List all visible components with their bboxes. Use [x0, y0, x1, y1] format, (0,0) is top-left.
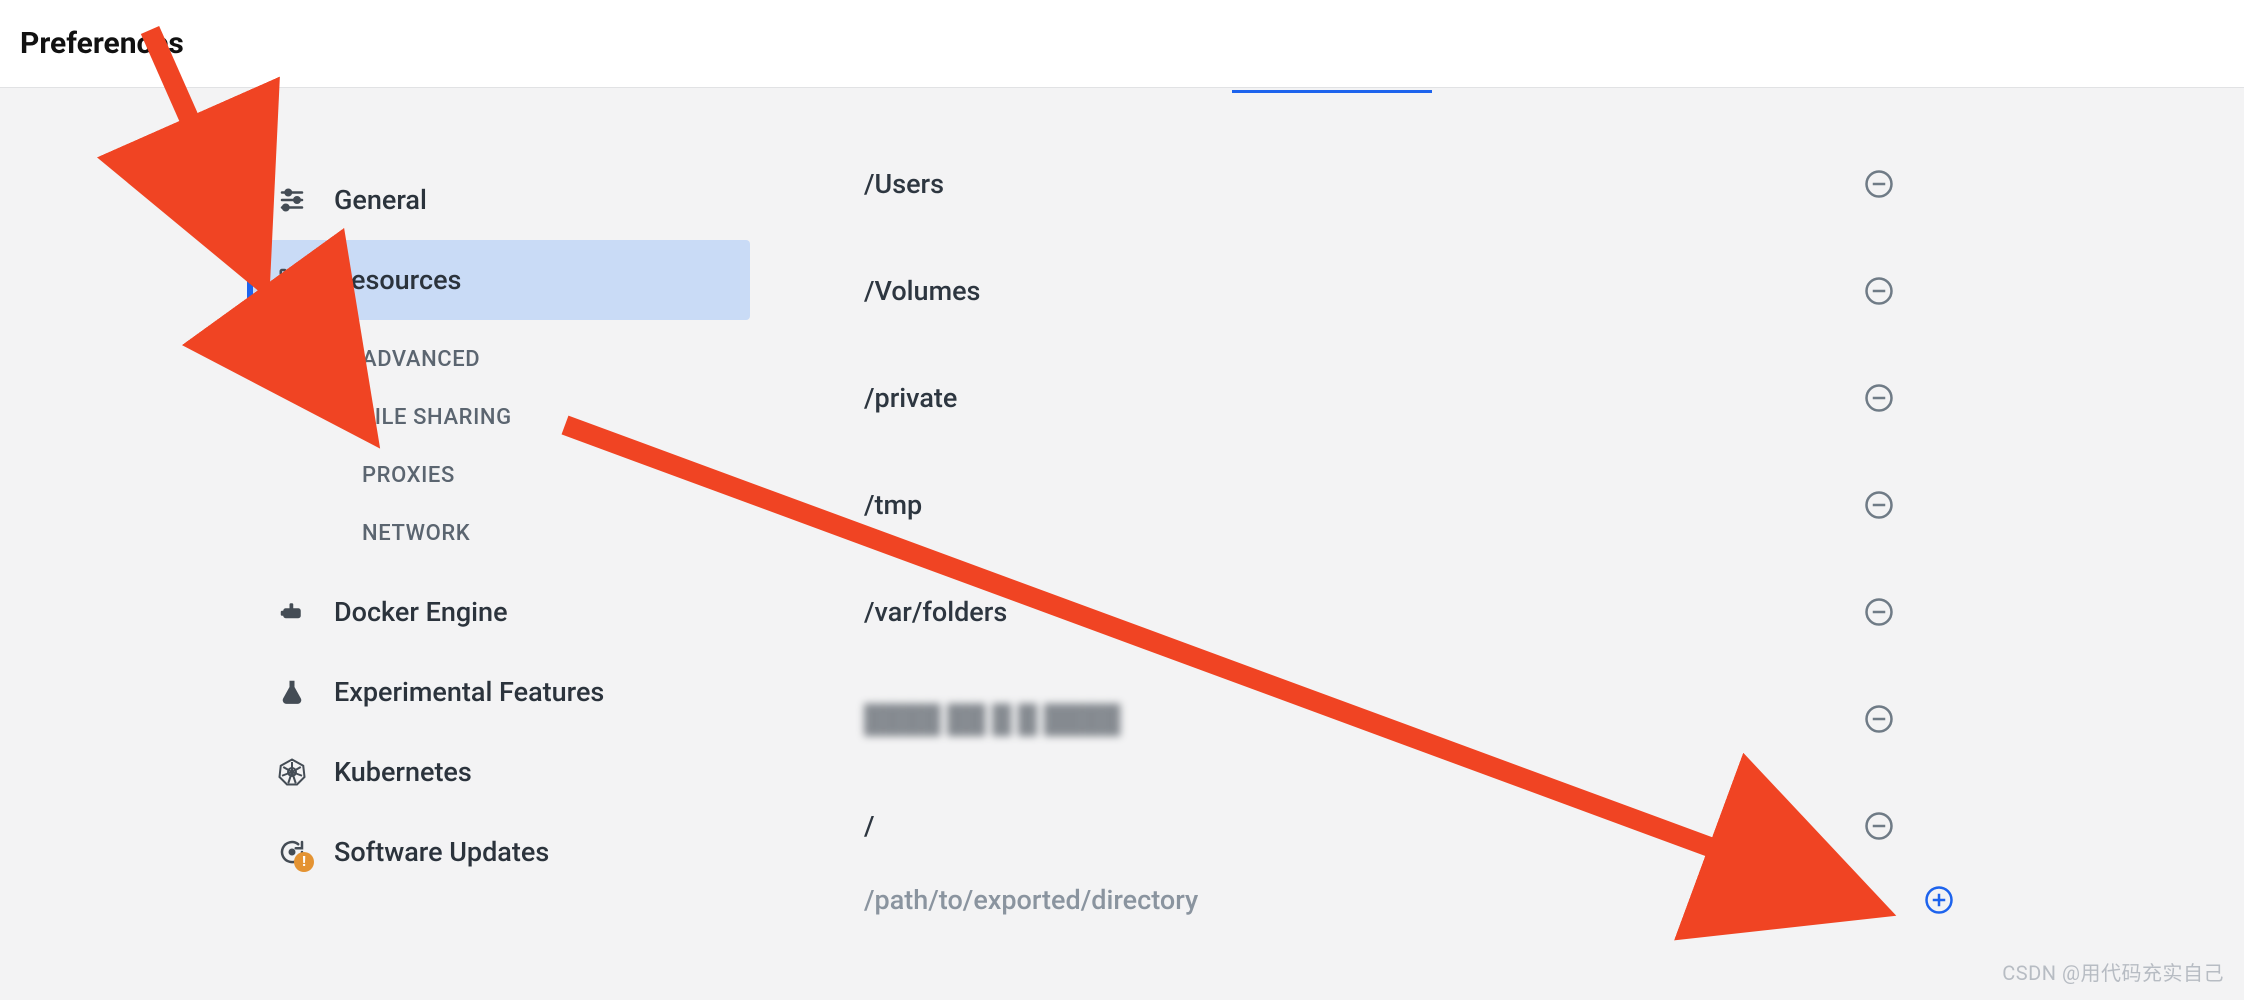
path-text: /Volumes — [864, 275, 980, 307]
path-text: ████ ██ █ █ ████ — [864, 703, 1120, 735]
sidebar-item-label: Software Updates — [334, 836, 549, 868]
sidebar-item-label: FILE SHARING — [362, 405, 512, 430]
sidebar-subnav-resources: ADVANCED FILE SHARING PROXIES NETWORK — [250, 320, 750, 572]
remove-icon[interactable] — [1864, 169, 1894, 199]
sidebar-item-experimental[interactable]: Experimental Features — [250, 652, 750, 732]
sidebar-item-label: Docker Engine — [334, 596, 508, 628]
file-sharing-list: /Users /Volumes /private /tmp /var/folde… — [864, 130, 1894, 879]
remove-icon[interactable] — [1864, 704, 1894, 734]
file-sharing-row: /tmp — [864, 451, 1894, 558]
path-text: /var/folders — [864, 596, 1007, 628]
remove-icon[interactable] — [1864, 811, 1894, 841]
sidebar-item-label: Experimental Features — [334, 676, 604, 708]
file-sharing-row: ████ ██ █ █ ████ — [864, 665, 1894, 772]
watermark: CSDN @用代码充实自己 — [2002, 957, 2224, 986]
sidebar-item-general[interactable]: General — [250, 160, 750, 240]
kubernetes-icon — [272, 757, 312, 787]
sidebar-item-software-updates[interactable]: Software Updates — [250, 812, 750, 892]
path-text: /Users — [864, 168, 944, 200]
sidebar-subitem-file-sharing[interactable]: FILE SHARING — [362, 388, 750, 446]
sidebar-subitem-proxies[interactable]: PROXIES — [362, 446, 750, 504]
remove-icon[interactable] — [1864, 383, 1894, 413]
sidebar-item-label: ADVANCED — [362, 347, 480, 372]
page-title: Preferences — [20, 26, 184, 61]
file-sharing-row: /Volumes — [864, 237, 1894, 344]
active-tab-underline — [1232, 90, 1432, 93]
sidebar-subitem-advanced[interactable]: ADVANCED — [362, 330, 750, 388]
sliders-icon — [272, 185, 312, 215]
sidebar-item-label: General — [334, 184, 427, 216]
remove-icon[interactable] — [1864, 490, 1894, 520]
sidebar-item-label: Kubernetes — [334, 756, 472, 788]
file-sharing-add-row: /path/to/exported/directory — [864, 884, 1924, 916]
file-sharing-row: /private — [864, 344, 1894, 451]
sidebar-item-label: Resources — [334, 264, 461, 296]
file-sharing-row: / — [864, 772, 1894, 879]
file-sharing-row: /Users — [864, 130, 1894, 237]
remove-icon[interactable] — [1864, 597, 1894, 627]
sidebar: General Resources ADVANCED FILE SHARING … — [250, 160, 750, 892]
sidebar-item-label: PROXIES — [362, 463, 455, 488]
sidebar-item-docker-engine[interactable]: Docker Engine — [250, 572, 750, 652]
flask-icon — [272, 677, 312, 707]
update-icon — [272, 837, 312, 867]
file-sharing-row: /var/folders — [864, 558, 1894, 665]
path-text: /private — [864, 382, 957, 414]
disk-icon — [272, 265, 312, 295]
path-text: /tmp — [864, 489, 922, 521]
sidebar-item-resources[interactable]: Resources — [250, 240, 750, 320]
sidebar-item-label: NETWORK — [362, 521, 470, 546]
remove-icon[interactable] — [1864, 276, 1894, 306]
alert-badge-icon — [294, 852, 314, 872]
add-path-placeholder[interactable]: /path/to/exported/directory — [864, 884, 1198, 916]
add-icon[interactable] — [1924, 885, 1954, 915]
sidebar-subitem-network[interactable]: NETWORK — [362, 504, 750, 562]
topbar: Preferences — [0, 0, 2244, 88]
sidebar-item-kubernetes[interactable]: Kubernetes — [250, 732, 750, 812]
path-text: / — [864, 810, 875, 842]
engine-icon — [272, 597, 312, 627]
